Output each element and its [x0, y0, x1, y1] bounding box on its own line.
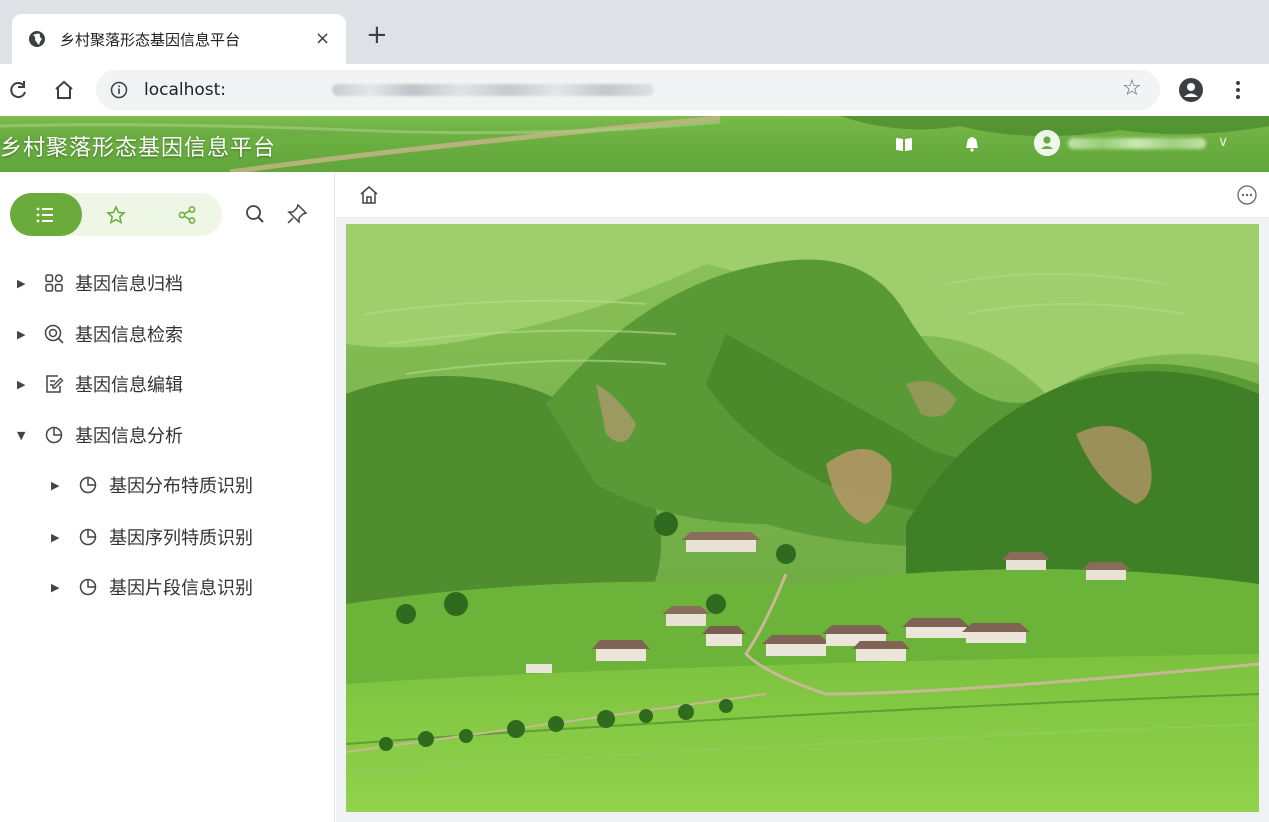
sidebar-item-edit[interactable]: ▶ 基因信息编辑 [17, 367, 183, 401]
app-title: 乡村聚落形态基因信息平台 [0, 136, 277, 161]
sidebar-subitem-sequence[interactable]: ▶ 基因序列特质识别 [51, 520, 253, 554]
apps-icon [45, 274, 63, 292]
user-avatar[interactable] [1034, 130, 1060, 156]
username-blurred[interactable] [1068, 138, 1206, 149]
caret-right-icon: ▶ [51, 530, 60, 544]
caret-right-icon: ▶ [51, 580, 60, 594]
bookmark-star-icon[interactable]: ☆ [1122, 76, 1142, 102]
pie-chart-icon [79, 476, 97, 494]
pie-chart-icon [45, 426, 63, 444]
search-icon[interactable] [243, 202, 267, 226]
info-icon[interactable] [110, 81, 128, 99]
address-bar[interactable]: localhost: [96, 70, 1160, 110]
sidebar-subitem-distribution[interactable]: ▶ 基因分布特质识别 [51, 468, 253, 502]
sidebar-item-label: 基因信息编辑 [75, 375, 183, 396]
close-tab-icon[interactable]: × [315, 28, 330, 49]
sidebar-subitem-fragment[interactable]: ▶ 基因片段信息识别 [51, 570, 253, 604]
sidebar-item-label: 基因片段信息识别 [109, 578, 253, 599]
tab-title: 乡村聚落形态基因信息平台 [60, 31, 241, 49]
village-landscape-image [346, 224, 1259, 812]
sidebar-item-search[interactable]: ▶ 基因信息检索 [17, 317, 183, 351]
caret-right-icon: ▶ [17, 327, 26, 341]
sidebar-item-label: 基因信息归档 [75, 274, 183, 295]
home-icon[interactable] [358, 184, 380, 206]
sidebar-item-label: 基因分布特质识别 [109, 476, 253, 497]
segment-menu-button[interactable] [10, 193, 80, 236]
sidebar-item-analysis[interactable]: ▼ 基因信息分析 [17, 418, 183, 452]
reload-icon[interactable] [6, 78, 30, 102]
search-circle-icon [44, 324, 64, 344]
segment-share-button[interactable] [152, 193, 222, 236]
sidebar: ▶ 基因信息归档 ▶ 基因信息检索 ▶ 基因信息编辑 ▼ 基因信息分析 ▶ 基因… [0, 172, 335, 822]
user-icon [1034, 130, 1060, 156]
caret-right-icon: ▶ [51, 478, 60, 492]
pie-chart-icon [79, 528, 97, 546]
caret-right-icon: ▶ [17, 276, 26, 290]
book-icon[interactable] [894, 134, 914, 154]
kebab-menu-icon[interactable] [1226, 78, 1250, 102]
main-content [336, 218, 1269, 822]
pin-icon[interactable] [285, 202, 309, 226]
address-path-blurred [332, 84, 654, 96]
sidebar-mode-switch [10, 193, 222, 236]
app-header: 乡村聚落形态基因信息平台 ∨ [0, 116, 1269, 172]
chevron-down-icon[interactable]: ∨ [1218, 134, 1228, 150]
profile-icon[interactable] [1178, 77, 1204, 103]
sidebar-item-label: 基因信息检索 [75, 325, 183, 346]
address-host: localhost: [144, 80, 227, 100]
browser-tab-strip: 乡村聚落形态基因信息平台 × + [0, 0, 1269, 64]
sidebar-item-archive[interactable]: ▶ 基因信息归档 [17, 266, 183, 300]
star-icon [106, 204, 126, 224]
bell-icon[interactable] [962, 134, 982, 154]
edit-doc-icon [46, 375, 64, 393]
globe-icon [29, 31, 45, 47]
segment-favorites-button[interactable] [81, 193, 151, 236]
caret-down-icon: ▼ [17, 428, 26, 442]
share-icon [178, 205, 196, 224]
sidebar-item-label: 基因信息分析 [75, 426, 183, 447]
pie-chart-icon [79, 578, 97, 596]
caret-right-icon: ▶ [17, 377, 26, 391]
content-toolbar [336, 172, 1269, 218]
home-browser-icon[interactable] [52, 78, 76, 102]
new-tab-button[interactable]: + [366, 22, 388, 48]
more-options-icon[interactable] [1236, 184, 1258, 206]
list-icon [36, 207, 53, 222]
sidebar-item-label: 基因序列特质识别 [109, 528, 253, 549]
browser-toolbar: localhost: ☆ [0, 64, 1269, 116]
browser-tab[interactable]: 乡村聚落形态基因信息平台 × [12, 14, 346, 64]
